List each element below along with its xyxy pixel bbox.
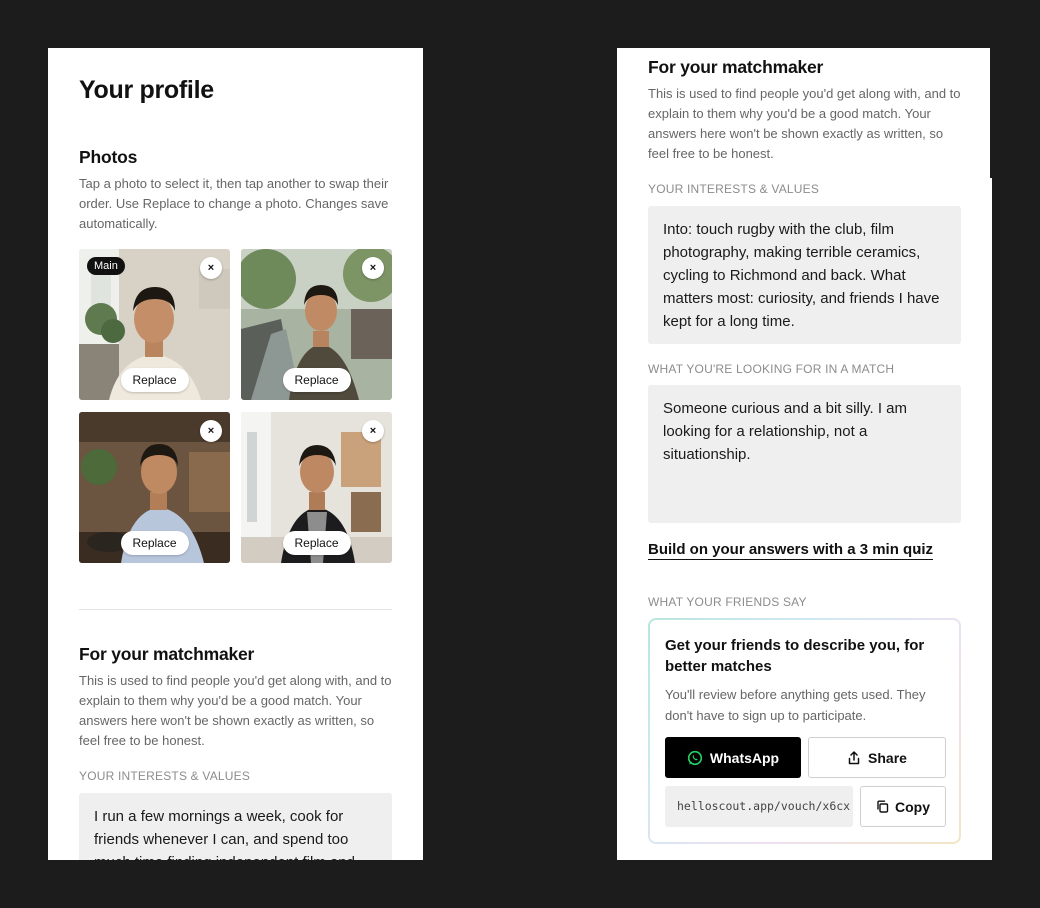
profile-screen-left: Your profile Photos Tap a photo to selec… <box>48 48 423 860</box>
whatsapp-icon <box>687 750 702 765</box>
matchmaker-section-title: For your matchmaker <box>79 644 255 664</box>
interests-textarea[interactable]: I run a few mornings a week, cook for fr… <box>79 793 392 860</box>
share-icon <box>848 750 860 764</box>
main-photo-badge: Main <box>87 257 125 275</box>
friends-card-title: Get your friends to describe you, for be… <box>665 637 925 675</box>
friends-vouch-card-body: Get your friends to describe you, for be… <box>650 620 959 842</box>
close-icon[interactable]: × <box>362 257 384 279</box>
close-icon[interactable]: × <box>200 257 222 279</box>
replace-button[interactable]: Replace <box>120 368 189 392</box>
close-icon[interactable]: × <box>200 420 222 442</box>
looking-for-label: WHAT YOU'RE LOOKING FOR IN A MATCH <box>648 362 895 376</box>
whatsapp-label: WhatsApp <box>709 749 780 766</box>
copy-label: Copy <box>895 798 930 815</box>
interests-label: YOUR INTERESTS & VALUES <box>79 769 251 783</box>
photos-description: Tap a photo to select it, then tap anoth… <box>79 176 389 231</box>
looking-for-textarea[interactable]: Someone curious and a bit silly. I am lo… <box>648 385 961 523</box>
photo-slot-3[interactable]: × Replace <box>79 412 230 563</box>
whatsapp-button[interactable]: WhatsApp <box>665 737 801 778</box>
panel-edge <box>990 48 992 178</box>
matchmaker-description: This is used to find people you'd get al… <box>79 673 392 748</box>
photo-slot-1[interactable]: Main × Replace <box>79 249 230 400</box>
page-title: Your profile <box>79 76 214 104</box>
share-label: Share <box>868 749 907 766</box>
photo-slot-2[interactable]: × Replace <box>241 249 392 400</box>
close-icon[interactable]: × <box>362 420 384 442</box>
photo-slot-4[interactable]: × Replace <box>241 412 392 563</box>
copy-icon <box>877 800 889 813</box>
replace-button[interactable]: Replace <box>282 368 351 392</box>
replace-button[interactable]: Replace <box>120 531 189 555</box>
vouch-link-field[interactable]: helloscout.app/vouch/x6cx <box>665 786 853 827</box>
copy-button[interactable]: Copy <box>860 786 946 827</box>
photos-section-title: Photos <box>79 147 138 167</box>
section-divider <box>79 609 392 610</box>
profile-screen-right: For your matchmaker This is used to find… <box>617 48 992 860</box>
replace-button[interactable]: Replace <box>282 531 351 555</box>
share-button[interactable]: Share <box>808 737 946 778</box>
matchmaker-description: This is used to find people you'd get al… <box>648 86 961 161</box>
interests-label: YOUR INTERESTS & VALUES <box>648 182 820 196</box>
quiz-link[interactable]: Build on your answers with a 3 min quiz <box>648 541 934 560</box>
friends-vouch-card: Get your friends to describe you, for be… <box>648 618 961 844</box>
friends-card-subtitle: You'll review before anything gets used.… <box>665 687 926 723</box>
interests-textarea[interactable]: Into: touch rugby with the club, film ph… <box>648 206 961 344</box>
chevron-right-icon[interactable]: › <box>916 540 921 558</box>
matchmaker-section-title: For your matchmaker <box>648 57 824 77</box>
friends-label: WHAT YOUR FRIENDS SAY <box>648 595 807 609</box>
